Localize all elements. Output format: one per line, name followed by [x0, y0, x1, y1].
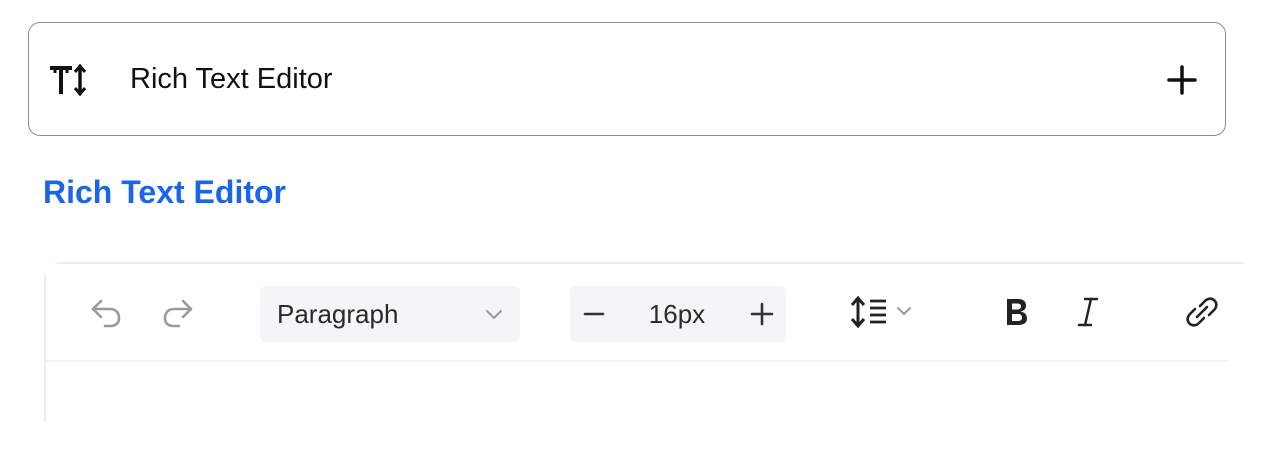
rich-text-editor: Paragraph 16px: [44, 262, 1244, 424]
line-height-icon[interactable]: [846, 292, 926, 332]
italic-icon[interactable]: [1068, 292, 1108, 332]
redo-icon[interactable]: [158, 292, 198, 332]
chevron-down-icon: [482, 302, 506, 326]
editor-content-area[interactable]: [46, 362, 1228, 424]
plus-icon[interactable]: [748, 300, 776, 328]
editor-toolbar: Paragraph 16px: [46, 264, 1228, 361]
minus-icon[interactable]: [580, 300, 608, 328]
font-size-stepper: 16px: [570, 286, 786, 342]
plus-icon[interactable]: [1163, 61, 1201, 99]
font-size-value[interactable]: 16px: [632, 299, 722, 329]
card-title: Rich Text Editor: [130, 63, 333, 95]
rich-text-editor-card[interactable]: Rich Text Editor: [28, 22, 1226, 136]
undo-icon[interactable]: [86, 292, 126, 332]
block-format-select[interactable]: Paragraph: [260, 286, 520, 342]
section-title: Rich Text Editor: [43, 174, 286, 210]
text-size-icon: [49, 61, 91, 99]
block-format-value: Paragraph: [277, 299, 399, 329]
link-icon[interactable]: [1182, 292, 1222, 332]
bold-icon[interactable]: [996, 292, 1036, 332]
